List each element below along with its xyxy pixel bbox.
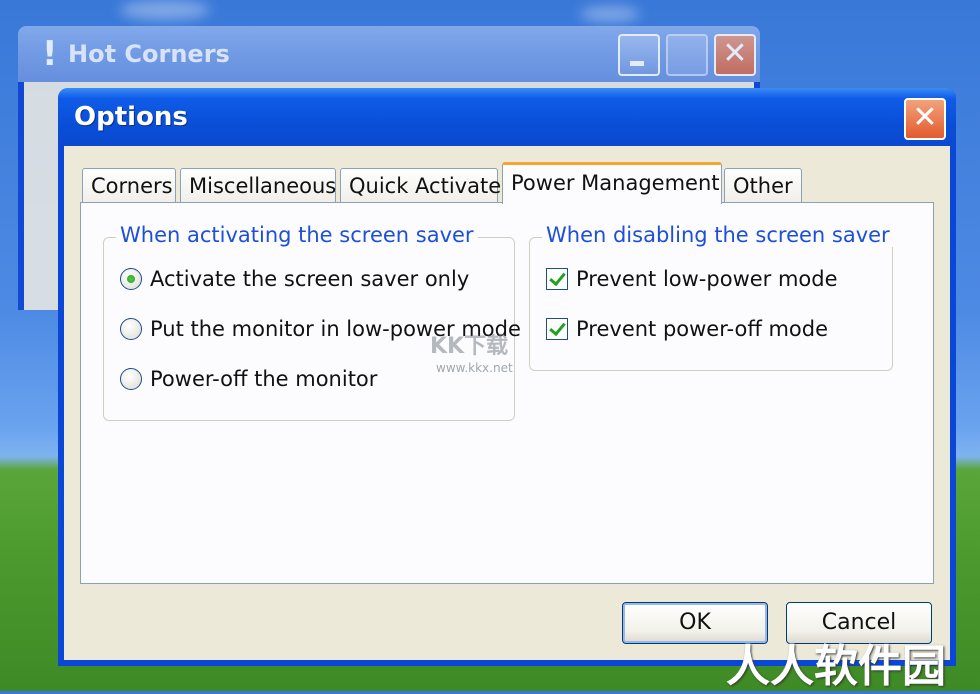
checkbox-prevent-power-off[interactable]: Prevent power-off mode bbox=[546, 316, 828, 341]
checkbox-label: Prevent power-off mode bbox=[576, 317, 829, 341]
radio-label: Power-off the monitor bbox=[150, 367, 378, 391]
kkx-watermark-logo: KK下载 bbox=[430, 334, 509, 359]
app-exclamation-icon: ! bbox=[42, 34, 58, 74]
checkbox-prevent-low-power[interactable]: Prevent low-power mode bbox=[546, 266, 838, 291]
radio-unselected-icon[interactable] bbox=[120, 318, 142, 340]
dialog-client-area: Corners Miscellaneous Quick Activate Pow… bbox=[64, 146, 950, 660]
kkx-watermark-url: www.kkx.net bbox=[436, 361, 513, 375]
rrsoft-watermark: 人人软件园 bbox=[726, 641, 946, 692]
radio-activate-screensaver-only[interactable]: Activate the screen saver only bbox=[120, 266, 469, 291]
tab-power-management[interactable]: Power Management bbox=[502, 162, 722, 204]
checkbox-checked-icon[interactable] bbox=[546, 268, 568, 290]
radio-label: Activate the screen saver only bbox=[150, 267, 470, 291]
tab-corners[interactable]: Corners bbox=[82, 168, 176, 202]
disabling-group-legend: When disabling the screen saver bbox=[542, 223, 894, 247]
hot-corners-title: Hot Corners bbox=[68, 40, 230, 68]
radio-unselected-icon[interactable] bbox=[120, 368, 142, 390]
tab-miscellaneous[interactable]: Miscellaneous bbox=[180, 168, 336, 202]
checkbox-label: Prevent low-power mode bbox=[576, 267, 838, 291]
maximize-button bbox=[666, 34, 708, 76]
hot-corners-titlebar[interactable]: ! Hot Corners ✕ bbox=[18, 26, 760, 82]
disabling-group: When disabling the screen saver Prevent … bbox=[529, 223, 894, 371]
activating-group-legend: When activating the screen saver bbox=[116, 223, 478, 247]
power-management-panel: When activating the screen saver Activat… bbox=[80, 202, 934, 584]
radio-selected-icon[interactable] bbox=[120, 268, 142, 290]
checkbox-checked-icon[interactable] bbox=[546, 318, 568, 340]
minimize-button[interactable] bbox=[618, 34, 660, 76]
options-title: Options bbox=[74, 102, 188, 132]
dialog-close-icon[interactable]: ✕ bbox=[904, 98, 946, 140]
options-titlebar[interactable]: Options ✕ bbox=[58, 88, 956, 146]
close-icon[interactable]: ✕ bbox=[714, 34, 756, 76]
tab-quick-activate[interactable]: Quick Activate bbox=[340, 168, 501, 202]
tab-other[interactable]: Other bbox=[724, 168, 802, 202]
radio-power-off-monitor[interactable]: Power-off the monitor bbox=[120, 366, 377, 391]
options-dialog: Options ✕ Corners Miscellaneous Quick Ac… bbox=[58, 88, 956, 666]
